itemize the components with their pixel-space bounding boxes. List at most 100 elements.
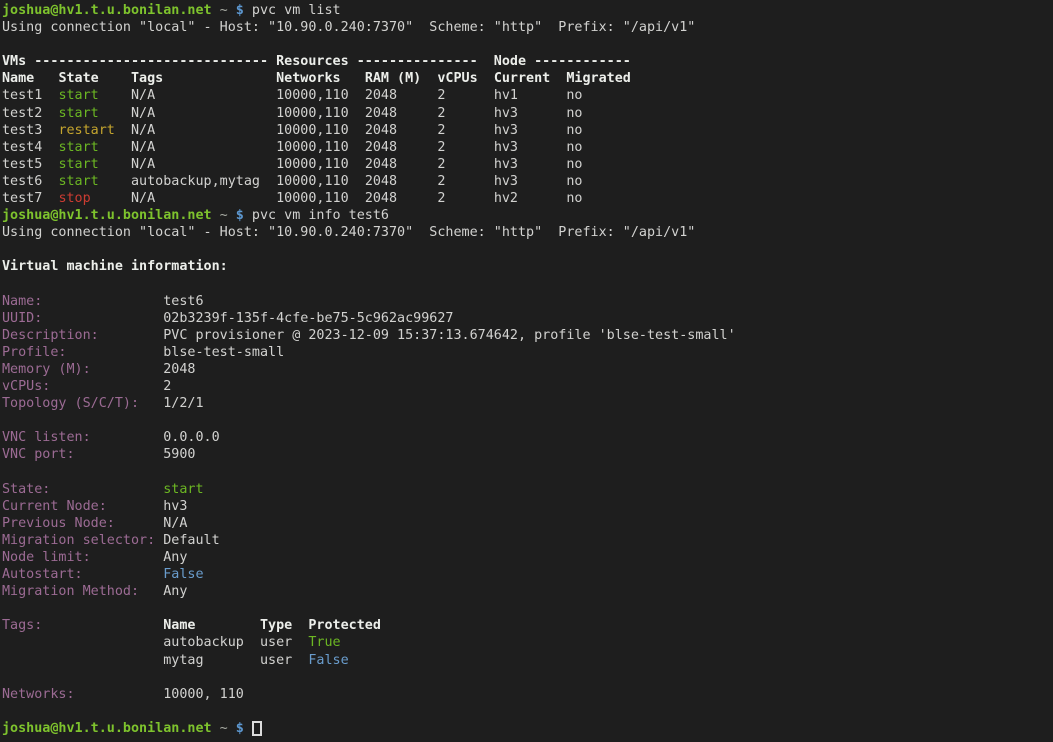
section-title: Virtual machine information: [2,259,228,274]
info-previous-node: Previous Node: N/A [2,515,1053,532]
vm-row-test3: test3 restart N/A 10000,110 2048 2 hv3 n… [2,122,1053,139]
vm-row-test4: test4 start N/A 10000,110 2048 2 hv3 no [2,139,1053,156]
vm-vcpus: 2 [437,157,445,172]
command-pvc-vm-list: pvc vm list [252,3,341,18]
info-current-node: Current Node: hv3 [2,498,1053,515]
prompt-symbol: $ [236,3,244,18]
vm-vcpus: 2 [437,88,445,103]
vm-ram: 2048 [365,140,397,155]
vm-state: start [58,88,98,103]
info-value: 5900 [163,447,195,462]
vm-state: start [58,174,98,189]
vm-networks: 10000,110 [276,191,349,206]
tag-row-autobackup: autobackup user True [2,634,1053,651]
blank-line [2,276,1053,293]
vm-current-node: hv3 [494,106,518,121]
info-label: Current Node: [2,499,107,514]
vm-tags: N/A [131,123,155,138]
vm-table-column-header: Name State Tags Networks RAM (M) vCPUs C… [2,70,1053,87]
group-header-resources: Resources --------------- [276,54,478,69]
vm-name: test7 [2,191,42,206]
terminal-screen: joshua@hv1.t.u.bonilan.net ~ $ pvc vm li… [0,0,1053,737]
blank-line [2,241,1053,258]
vm-ram: 2048 [365,123,397,138]
vm-tags: N/A [131,88,155,103]
info-value: Default [163,533,219,548]
info-label: Networks: [2,687,75,702]
vm-row-test1: test1 start N/A 10000,110 2048 2 hv1 no [2,87,1053,104]
vm-migrated: no [566,106,582,121]
vm-state: stop [58,191,90,206]
info-name: Name: test6 [2,293,1053,310]
tag-name: autobackup [163,635,244,650]
tag-protected: True [308,635,340,650]
vm-name: test4 [2,140,42,155]
vm-migrated: no [566,88,582,103]
vm-ram: 2048 [365,174,397,189]
info-vnc-port: VNC port: 5900 [2,446,1053,463]
vm-info-title: Virtual machine information: [2,258,1053,275]
blank-line [2,703,1053,720]
info-value: Any [163,550,187,565]
tag-col-type: Type [260,618,292,633]
vm-vcpus: 2 [437,191,445,206]
vm-current-node: hv3 [494,174,518,189]
vm-state: restart [58,123,114,138]
info-value: 10000, 110 [163,687,244,702]
vm-ram: 2048 [365,157,397,172]
vm-networks: 10000,110 [276,174,349,189]
prompt-symbol: $ [236,721,244,736]
tag-col-name: Name [163,618,195,633]
vm-row-test5: test5 start N/A 10000,110 2048 2 hv3 no [2,156,1053,173]
info-label: Topology (S/C/T): [2,396,139,411]
vm-vcpus: 2 [437,123,445,138]
vm-state: start [58,157,98,172]
col-header-tags: Tags [131,71,163,86]
info-label: Migration selector: [2,533,155,548]
vm-networks: 10000,110 [276,88,349,103]
info-label: Node limit: [2,550,91,565]
info-memory: Memory (M): 2048 [2,361,1053,378]
info-value: 2 [163,379,171,394]
info-migration-selector: Migration selector: Default [2,532,1053,549]
vm-row-test2: test2 start N/A 10000,110 2048 2 hv3 no [2,105,1053,122]
col-header-networks: Networks [276,71,341,86]
vm-state: start [58,106,98,121]
vm-migrated: no [566,157,582,172]
info-value: N/A [163,516,187,531]
vm-row-test6: test6 start autobackup,mytag 10000,110 2… [2,173,1053,190]
terminal-cursor [252,721,262,736]
vm-networks: 10000,110 [276,106,349,121]
col-header-name: Name [2,71,34,86]
tag-col-protected: Protected [308,618,381,633]
prompt-line-3: joshua@hv1.t.u.bonilan.net ~ $ [2,720,1053,737]
connection-info-line: Using connection "local" - Host: "10.90.… [2,19,1053,36]
vm-networks: 10000,110 [276,140,349,155]
info-migration-method: Migration Method: Any [2,583,1053,600]
info-value-autostart: False [163,567,203,582]
prompt-line-2: joshua@hv1.t.u.bonilan.net ~ $ pvc vm in… [2,207,1053,224]
info-value: blse-test-small [163,345,284,360]
prompt-cwd: ~ [220,721,228,736]
prompt-symbol: $ [236,208,244,223]
col-header-migrated: Migrated [566,71,631,86]
vm-current-node: hv3 [494,140,518,155]
prompt-cwd: ~ [220,208,228,223]
group-header-vms: VMs ----------------------------- [2,54,268,69]
vm-migrated: no [566,174,582,189]
info-value: 2048 [163,362,195,377]
col-header-ram: RAM (M) [365,71,421,86]
vm-migrated: no [566,123,582,138]
vm-table-group-header: VMs ----------------------------- Resour… [2,53,1053,70]
group-header-node: Node ------------ [494,54,631,69]
vm-tags: N/A [131,157,155,172]
prompt-line-1: joshua@hv1.t.u.bonilan.net ~ $ pvc vm li… [2,2,1053,19]
info-label: VNC listen: [2,430,91,445]
info-value: Any [163,584,187,599]
vm-ram: 2048 [365,106,397,121]
blank-line [2,669,1053,686]
vm-migrated: no [566,191,582,206]
prompt-user-host: joshua@hv1.t.u.bonilan.net [2,3,212,18]
info-value-state: start [163,482,203,497]
terminal[interactable]: joshua@hv1.t.u.bonilan.net ~ $ pvc vm li… [0,0,1053,742]
